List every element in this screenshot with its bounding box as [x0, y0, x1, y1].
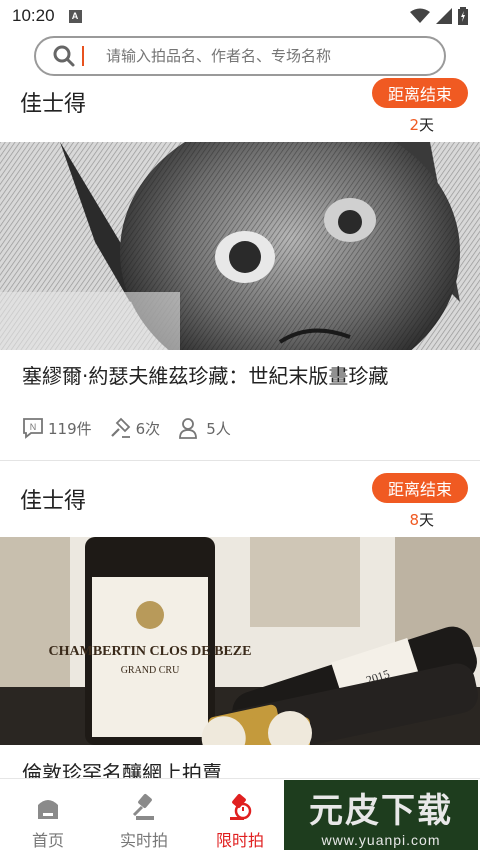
watermark-url: www.yuanpi.com	[321, 831, 441, 848]
auction-cover-image[interactable]: CHAMBERTIN CLOS DE BEZE GRAND CRU 2015	[0, 537, 480, 745]
card-header: 佳士得 距离结束 2天	[0, 76, 480, 142]
countdown-badge: 距离结束	[372, 78, 468, 108]
card-header: 佳士得 距离结束 8天	[0, 461, 480, 537]
search-cursor	[82, 46, 84, 66]
home-icon	[38, 800, 58, 819]
days-number: 8	[409, 511, 419, 529]
auction-house: 佳士得	[20, 92, 87, 117]
svg-text:N: N	[30, 422, 37, 432]
days-number: 2	[409, 116, 419, 134]
battery-icon	[458, 7, 468, 25]
participants-stat: 5人	[178, 417, 231, 439]
auction-stats: N 119件 6次 5人	[0, 408, 480, 448]
tab-home-label: 首页	[31, 831, 64, 850]
tab-home[interactable]: 首页	[0, 779, 96, 854]
etching-illustration	[0, 142, 480, 350]
tab-timed-auction-label: 限时拍	[215, 831, 264, 850]
wine-label-brand: CHAMBERTIN CLOS DE BEZE	[49, 644, 252, 659]
signal-icon	[436, 8, 452, 24]
people-icon	[179, 418, 198, 439]
days-unit: 天	[418, 116, 434, 134]
notification-icon: A	[68, 9, 82, 23]
countdown-days: 2天	[409, 114, 434, 135]
bids-stat: 6次	[110, 417, 161, 439]
auction-feed[interactable]: 佳士得 距离结束 2天 塞繆爾·約瑟夫維茲珍藏：世紀末版畫珍藏 N 119件 6…	[0, 76, 480, 786]
wine-illustration: CHAMBERTIN CLOS DE BEZE GRAND CRU 2015	[0, 537, 480, 745]
countdown-days: 8天	[409, 509, 434, 530]
auction-card[interactable]: 佳士得 距离结束 2天 塞繆爾·約瑟夫維茲珍藏：世紀末版畫珍藏 N 119件 6…	[0, 76, 480, 461]
watermark-title: 元皮下载	[309, 790, 453, 831]
bids-count: 6次	[135, 419, 161, 438]
countdown-badge: 距离结束	[372, 473, 468, 503]
search-input[interactable]	[106, 47, 406, 65]
status-time: 10:20	[12, 6, 55, 25]
search-icon	[53, 45, 75, 67]
auction-card[interactable]: 佳士得 距离结束 8天 CHAMBERTIN CLOS DE BEZE GRAN…	[0, 461, 480, 786]
lots-count: 119件	[48, 419, 92, 438]
timed-auction-icon	[230, 794, 252, 820]
tab-timed-auction[interactable]: 限时拍	[192, 779, 288, 854]
status-bar: 10:20 A	[0, 0, 480, 32]
tab-live-auction-label: 实时拍	[119, 831, 168, 850]
gavel-icon	[110, 417, 130, 438]
auction-title[interactable]: 塞繆爾·約瑟夫維茲珍藏：世紀末版畫珍藏	[0, 350, 480, 394]
wine-label-grade: GRAND CRU	[121, 665, 180, 676]
search-bar[interactable]	[34, 36, 446, 76]
lots-stat: N 119件	[22, 417, 92, 439]
participants-count: 5人	[206, 419, 231, 438]
lots-icon: N	[23, 418, 43, 439]
days-unit: 天	[418, 511, 434, 529]
status-icons	[410, 7, 468, 25]
tab-live-auction[interactable]: 实时拍	[96, 779, 192, 854]
auction-cover-image[interactable]	[0, 142, 480, 350]
watermark-logo: 元皮下载 www.yuanpi.com	[284, 780, 478, 850]
auction-house: 佳士得	[20, 489, 87, 514]
gavel-icon	[132, 794, 154, 820]
wifi-icon	[410, 8, 430, 23]
